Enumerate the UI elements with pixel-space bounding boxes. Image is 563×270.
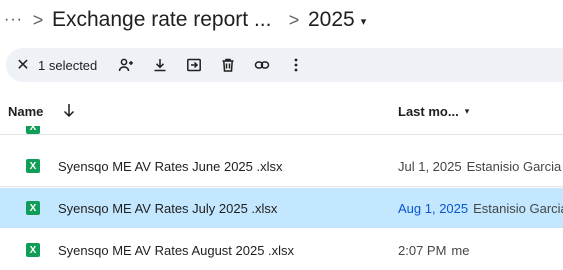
- last-modified-cell: 2:07 PM me: [398, 243, 469, 258]
- last-modified-cell: Aug 1, 2025 Estanisio Garcia: [398, 201, 563, 216]
- breadcrumb-current-folder[interactable]: 2025: [308, 8, 355, 32]
- file-row[interactable]: X Syensqo ME AV Rates August 2025 .xlsx …: [0, 230, 563, 270]
- list-item-partial[interactable]: X: [0, 126, 563, 134]
- excel-file-icon: X: [26, 201, 40, 215]
- breadcrumb: ··· > Exchange rate report ... > 2025 ▾: [0, 2, 366, 38]
- excel-file-icon: X: [26, 126, 40, 134]
- modified-by: Estanisio Garcia: [466, 158, 562, 174]
- file-name[interactable]: Syensqo ME AV Rates August 2025 .xlsx: [58, 243, 294, 258]
- breadcrumb-overflow-button[interactable]: ···: [0, 11, 24, 29]
- breadcrumb-folder-link[interactable]: Exchange rate report ...: [52, 8, 280, 32]
- excel-file-icon: X: [26, 159, 40, 173]
- file-row[interactable]: X Syensqo ME AV Rates June 2025 .xlsx Ju…: [0, 146, 563, 186]
- sort-arrow-icon[interactable]: [62, 102, 76, 121]
- modified-date: 2:07 PM: [398, 242, 447, 258]
- close-icon[interactable]: ✕: [8, 55, 38, 75]
- dropdown-caret-icon: ▾: [464, 105, 470, 116]
- last-modified-label: Last mo...: [398, 103, 459, 119]
- file-row-selected[interactable]: X Syensqo ME AV Rates July 2025 .xlsx Au…: [0, 188, 563, 228]
- move-to-folder-icon[interactable]: [177, 48, 211, 82]
- share-icon[interactable]: [109, 48, 143, 82]
- excel-file-icon: X: [26, 243, 40, 257]
- last-modified-cell: Jul 1, 2025 Estanisio Garcia: [398, 159, 561, 174]
- row-divider: [0, 186, 563, 187]
- last-modified-column-header[interactable]: Last mo... ▾: [398, 104, 469, 119]
- file-name[interactable]: Syensqo ME AV Rates June 2025 .xlsx: [58, 159, 283, 174]
- chevron-right-icon: >: [288, 9, 300, 30]
- modified-by: me: [451, 242, 470, 258]
- file-name[interactable]: Syensqo ME AV Rates July 2025 .xlsx: [58, 201, 277, 216]
- link-icon[interactable]: [245, 48, 279, 82]
- file-list-header: Name Last mo... ▾: [0, 96, 563, 126]
- selection-toolbar: ✕ 1 selected: [6, 48, 563, 82]
- download-icon[interactable]: [143, 48, 177, 82]
- trash-icon[interactable]: [211, 48, 245, 82]
- modified-date: Jul 1, 2025: [398, 158, 462, 174]
- dropdown-caret-icon[interactable]: ▾: [361, 15, 367, 28]
- selection-count: 1 selected: [38, 57, 98, 73]
- modified-by: Estanisio Garcia: [473, 200, 563, 216]
- name-column-header[interactable]: Name: [8, 104, 43, 119]
- row-divider: [0, 134, 563, 135]
- more-vert-icon[interactable]: [279, 48, 313, 82]
- chevron-right-icon: >: [32, 9, 44, 30]
- modified-date: Aug 1, 2025: [398, 200, 469, 216]
